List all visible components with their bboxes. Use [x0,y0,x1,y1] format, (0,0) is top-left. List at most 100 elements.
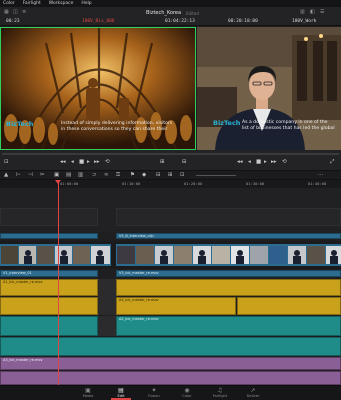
page-tab-label: Media [82,394,94,398]
tl-jog-forward-icon[interactable]: ▸▸ [271,159,277,165]
timeline-name[interactable]: 180V_Work [292,19,316,24]
video-clip[interactable]: V5_B_Interview_clip [116,233,341,239]
jog-forward-icon[interactable]: ▸▸ [94,159,100,165]
video-track-1[interactable] [0,241,341,269]
mixer-icon[interactable]: ▥ [300,9,305,15]
loop-icon[interactable]: ⟲ [105,159,110,165]
audio-clip[interactable] [0,337,341,356]
color-icon: ◉ [184,387,190,394]
video-clip[interactable]: V3_bic_master_re.mov [116,270,341,277]
ruler-label: 01:10:00 [122,181,141,186]
source-in-out-icon[interactable]: ⊟ [182,159,187,165]
video-thumbnails [0,244,341,266]
selection-tool-icon[interactable]: ▲ [4,172,8,178]
menu-item-workspace[interactable]: Workspace [49,1,74,6]
zoom-custom-icon[interactable]: ⊡ [180,172,185,178]
audio-clip[interactable]: A4_bic_master_re.mov [116,297,236,315]
tl-stop-icon[interactable]: ■ [256,159,261,165]
playhead-handle[interactable] [55,180,61,184]
position-lock-icon[interactable]: ⚿ [116,172,120,179]
play-icon[interactable]: ▸ [87,159,90,165]
tl-loop-icon[interactable]: ⟲ [282,159,287,165]
project-status: Edited [186,10,199,16]
play-reverse-icon[interactable]: ◂ [71,159,74,165]
tl-play-reverse-icon[interactable]: ◂ [248,159,251,165]
dynamic-trim-icon[interactable]: ⊣ [28,172,33,178]
zoom-slider[interactable] [196,175,236,176]
ruler-label: 01:40:00 [308,181,327,186]
zoom-detail-icon[interactable]: ⊞ [168,172,173,178]
audio-clip[interactable] [237,297,341,315]
tl-play-icon[interactable]: ▸ [264,159,267,165]
jog-back-icon[interactable]: ◂◂ [60,159,66,165]
marker-icon[interactable]: ◆ [142,172,146,178]
edit-index-icon[interactable]: ≡ [22,9,26,15]
source-viewer[interactable]: BizTech Instead of simply delivering inf… [0,27,196,150]
video-clip[interactable] [0,233,98,239]
audio-clip[interactable] [0,371,341,385]
zoom-full-icon[interactable]: ⊟ [156,172,161,178]
source-timecode: 01:04:22:13 [165,19,195,24]
source-clip-name[interactable]: 180V_Bix_006 [82,19,115,24]
audio-track-3[interactable]: A3_bic_master_re.mov [0,357,341,385]
timeline-options-icon[interactable]: ⋯ [318,172,324,178]
page-tab-deliver[interactable]: ➚ Deliver [241,387,265,398]
page-tab-fusion[interactable]: ✦ Fusion [142,387,166,398]
replace-clip-icon[interactable]: ▥ [78,172,83,178]
audio-clip[interactable] [0,297,98,315]
clip-label: V3_bic_master_re.mov [119,271,159,275]
video-label-row[interactable]: V1_interview_01 V3_bic_master_re.mov [0,269,341,278]
audio-track-2[interactable]: A2_bic_master_re.mov [0,316,341,356]
fairlight-icon: ♫ [217,387,223,394]
trim-tool-icon[interactable]: ⊢ [16,172,21,178]
match-frame-icon[interactable]: ⊞ [160,159,165,165]
scrubber[interactable] [2,153,339,155]
page-tab-color[interactable]: ◉ Color [175,387,199,398]
stop-icon[interactable]: ■ [79,159,84,165]
audio-track-1[interactable]: A1_bic_master_re.mov A4_bic_master_re.mo… [0,279,341,315]
metadata-icon[interactable]: ◧ [310,9,315,15]
fullscreen-icon[interactable]: ⤢ [330,159,334,166]
linked-selection-icon[interactable]: ∞ [104,172,109,178]
flag-icon[interactable]: ⚑ [130,172,135,178]
audio-clip[interactable] [116,279,341,296]
timeline-toolbar: ▲ ⊢ ⊣ ✂ ▣ ▤ ▥ ⊃ ∞ ⚿ ⚑ ◆ ⊟ ⊞ ⊡ ⋯ [0,170,341,180]
deliver-icon: ➚ [250,387,256,394]
clip-label: A2_bic_master_re.mov [119,317,159,321]
empty-clip-area [0,208,98,226]
audio-clip[interactable]: A3_bic_master_re.mov [0,357,341,370]
menu-item-color[interactable]: Color [3,1,15,6]
source-duration: 00:23 [6,19,20,24]
overwrite-clip-icon[interactable]: ▤ [66,172,71,178]
empty-clip-area [116,208,341,226]
audio-clip[interactable] [0,316,98,336]
timeline-viewer[interactable]: BizTech As a domestic company in one of … [197,27,341,150]
fusion-icon: ✦ [151,387,157,394]
blade-tool-icon[interactable]: ✂ [40,172,45,178]
ruler-label: 01:20:00 [184,181,203,186]
effects-icon[interactable]: ◫ [13,9,18,15]
page-tab-media[interactable]: ▣ Media [76,387,100,398]
audio-clip[interactable]: A1_bic_master_re.mov [0,279,98,296]
snapping-icon[interactable]: ⊃ [92,172,97,178]
clip-label: V1_interview_01 [3,271,32,275]
source-subtitle-brand: BizTech [6,120,34,128]
page-tab-fairlight[interactable]: ♫ Fairlight [208,387,232,398]
viewer-header: ▦ ◫ ≡ Biztech_Korea Edited ▥ ◧ ☰ 00:23 1… [0,7,341,26]
menu-item-help[interactable]: Help [81,1,91,6]
viewer-zoom-icon[interactable]: ⊡ [4,159,9,165]
playhead[interactable] [58,181,59,385]
insert-clip-icon[interactable]: ▣ [54,172,59,178]
inspector-icon[interactable]: ☰ [320,9,324,15]
media-pool-icon[interactable]: ▦ [4,9,9,15]
video-track-2[interactable]: V5_B_Interview_clip [0,232,341,240]
tl-jog-back-icon[interactable]: ◂◂ [237,159,243,165]
video-clip[interactable]: V1_interview_01 [0,270,98,277]
menu-item-fairlight[interactable]: Fairlight [23,1,41,6]
empty-video-track[interactable] [0,188,341,232]
page-tab-label: Deliver [246,394,260,398]
timeline-ruler[interactable]: 01:00:00 01:10:00 01:20:00 01:30:00 01:4… [0,180,341,188]
audio-clip[interactable]: A2_bic_master_re.mov [116,316,341,336]
page-tab-edit[interactable]: ▤ Edit [109,387,133,398]
project-title: Biztech_Korea [146,10,182,16]
